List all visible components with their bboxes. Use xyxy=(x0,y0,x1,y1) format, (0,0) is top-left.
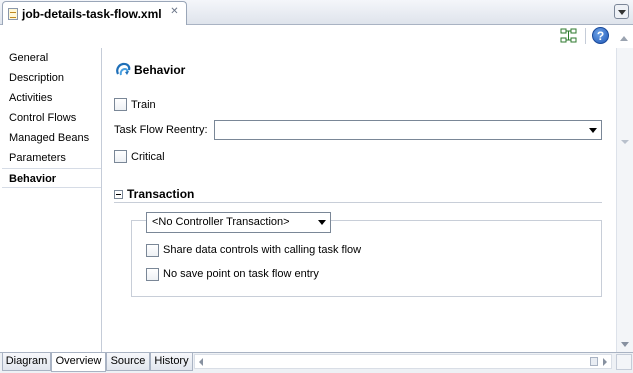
chevron-down-icon xyxy=(318,220,326,225)
xml-file-icon xyxy=(8,7,18,20)
critical-label: Critical xyxy=(131,151,165,163)
file-tab[interactable]: job-details-task-flow.xml ✕ xyxy=(2,1,187,25)
chevron-down-icon xyxy=(589,128,597,133)
nav-item-description[interactable]: Description xyxy=(2,68,101,88)
scroll-right-arrow-icon[interactable] xyxy=(603,358,607,366)
toolbar-separator xyxy=(585,28,586,44)
task-flow-reentry-dropdown[interactable] xyxy=(214,120,602,140)
transaction-type-value: <No Controller Transaction> xyxy=(152,216,290,228)
close-tab-icon[interactable]: ✕ xyxy=(169,7,180,18)
scroll-marker-icon xyxy=(621,140,629,144)
editor-tab-bar: job-details-task-flow.xml ✕ xyxy=(0,0,633,25)
tab-overview[interactable]: Overview xyxy=(51,353,106,372)
nav-item-activities[interactable]: Activities xyxy=(2,88,101,108)
collapse-icon[interactable] xyxy=(114,190,123,199)
bottom-tab-bar: Diagram Overview Source History xyxy=(0,352,633,373)
scroll-down-arrow-icon[interactable] xyxy=(620,340,630,348)
no-save-point-label: No save point on task flow entry xyxy=(163,268,319,280)
scrollbar-thumb[interactable] xyxy=(590,357,598,366)
critical-checkbox[interactable] xyxy=(114,150,127,163)
behavior-icon xyxy=(116,62,131,76)
no-save-point-checkbox[interactable] xyxy=(146,268,159,281)
transaction-section-title: Transaction xyxy=(127,187,195,201)
tab-source[interactable]: Source xyxy=(106,353,150,371)
tab-history[interactable]: History xyxy=(150,353,193,371)
editor-toolbar: ? xyxy=(0,25,633,47)
structure-icon[interactable] xyxy=(560,28,577,43)
task-flow-reentry-label: Task Flow Reentry: xyxy=(114,124,208,136)
vertical-scrollbar[interactable] xyxy=(616,48,633,352)
overview-nav: General Description Activities Control F… xyxy=(2,48,102,352)
tab-list-dropdown-icon[interactable] xyxy=(614,4,629,19)
file-tab-title: job-details-task-flow.xml xyxy=(22,6,162,21)
transaction-type-dropdown[interactable]: <No Controller Transaction> xyxy=(146,212,331,233)
section-title: Behavior xyxy=(134,63,186,77)
nav-item-general[interactable]: General xyxy=(2,48,101,68)
nav-item-parameters[interactable]: Parameters xyxy=(2,148,101,168)
section-divider xyxy=(114,202,602,203)
tab-diagram[interactable]: Diagram xyxy=(2,353,51,371)
share-data-controls-label: Share data controls with calling task fl… xyxy=(163,244,362,256)
train-checkbox[interactable] xyxy=(114,98,127,111)
share-data-controls-checkbox[interactable] xyxy=(146,244,159,257)
nav-item-managed-beans[interactable]: Managed Beans xyxy=(2,128,101,148)
nav-item-control-flows[interactable]: Control Flows xyxy=(2,108,101,128)
train-label: Train xyxy=(131,99,156,111)
scroll-up-arrow-icon[interactable] xyxy=(617,25,631,47)
behavior-panel: Behavior Train Task Flow Reentry: Critic… xyxy=(103,48,615,352)
section-header: Behavior xyxy=(115,61,185,79)
scrollbar-corner xyxy=(616,354,632,370)
help-icon[interactable]: ? xyxy=(592,27,609,44)
nav-item-behavior[interactable]: Behavior xyxy=(2,168,101,188)
horizontal-scrollbar[interactable] xyxy=(194,354,612,369)
scroll-left-arrow-icon[interactable] xyxy=(199,358,203,366)
